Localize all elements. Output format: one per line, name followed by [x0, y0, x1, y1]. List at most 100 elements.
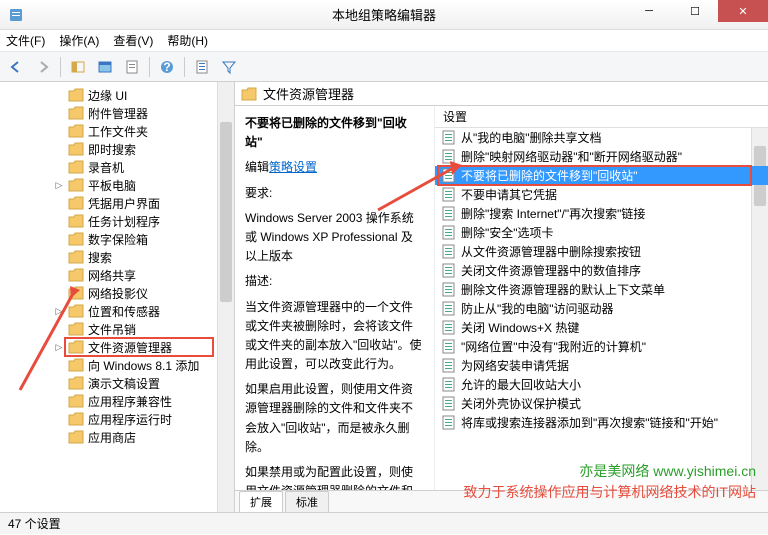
folder-icon	[68, 142, 84, 156]
tree-item[interactable]: 即时搜索	[0, 140, 234, 158]
folder-icon	[68, 178, 84, 192]
setting-item[interactable]: 不要将已删除的文件移到"回收站"	[435, 166, 768, 185]
column-header-setting[interactable]: 设置	[435, 106, 768, 128]
requirements-text: Windows Server 2003 操作系统或 Windows XP Pro…	[245, 209, 424, 267]
tree-item[interactable]: 应用程序运行时	[0, 410, 234, 428]
edit-policy-link[interactable]: 策略设置	[269, 160, 317, 174]
setting-item[interactable]: 删除"安全"选项卡	[435, 223, 768, 242]
setting-item[interactable]: "网络位置"中没有"我附近的计算机"	[435, 337, 768, 356]
statusbar: 47 个设置	[0, 512, 768, 534]
tree-item-label: 凭据用户界面	[88, 195, 160, 212]
back-button[interactable]	[4, 55, 28, 79]
tree-item-label: 文件资源管理器	[88, 339, 172, 356]
description-text-1: 当文件资源管理器中的一个文件或文件夹被删除时，会将该文件或文件夹的副本放入"回收…	[245, 298, 424, 375]
tree-item-label: 应用商店	[88, 429, 136, 446]
folder-icon	[68, 340, 84, 354]
policy-icon	[441, 339, 456, 354]
tab-standard[interactable]: 标准	[285, 491, 329, 512]
folder-icon	[68, 214, 84, 228]
menu-file[interactable]: 文件(F)	[6, 32, 45, 49]
setting-item[interactable]: 不要申请其它凭据	[435, 185, 768, 204]
policy-icon	[441, 130, 456, 145]
forward-button[interactable]	[31, 55, 55, 79]
policy-icon	[441, 149, 456, 164]
setting-item[interactable]: 防止从"我的电脑"访问驱动器	[435, 299, 768, 318]
tab-extended[interactable]: 扩展	[239, 491, 283, 512]
setting-label: 关闭文件资源管理器中的数值排序	[461, 262, 641, 279]
folder-icon	[68, 268, 84, 282]
policy-icon	[441, 358, 456, 373]
setting-item[interactable]: 关闭外壳协议保护模式	[435, 394, 768, 413]
filter-button[interactable]	[217, 55, 241, 79]
setting-item[interactable]: 为网络安装申请凭据	[435, 356, 768, 375]
setting-item[interactable]: 关闭文件资源管理器中的数值排序	[435, 261, 768, 280]
setting-item[interactable]: 允许的最大回收站大小	[435, 375, 768, 394]
help-button[interactable]: ?	[155, 55, 179, 79]
tree-item[interactable]: 网络共享	[0, 266, 234, 284]
folder-icon	[68, 106, 84, 120]
expand-icon[interactable]: ▷	[54, 306, 64, 316]
minimize-button[interactable]: ─	[626, 0, 672, 22]
setting-item[interactable]: 从"我的电脑"删除共享文档	[435, 128, 768, 147]
tree-item[interactable]: ▷位置和传感器	[0, 302, 234, 320]
tree-panel[interactable]: 边缘 UI附件管理器工作文件夹即时搜索录音机▷平板电脑凭据用户界面任务计划程序数…	[0, 82, 235, 512]
folder-icon	[68, 196, 84, 210]
setting-item[interactable]: 删除"映射网络驱动器"和"断开网络驱动器"	[435, 147, 768, 166]
setting-label: 关闭 Windows+X 热键	[461, 319, 579, 336]
menu-action[interactable]: 操作(A)	[59, 32, 99, 49]
setting-label: 删除"安全"选项卡	[461, 224, 554, 241]
tree-item[interactable]: 附件管理器	[0, 104, 234, 122]
refresh-button[interactable]	[120, 55, 144, 79]
setting-label: 允许的最大回收站大小	[461, 376, 581, 393]
setting-item[interactable]: 关闭 Windows+X 热键	[435, 318, 768, 337]
export-button[interactable]	[93, 55, 117, 79]
tree-item[interactable]: 向 Windows 8.1 添加	[0, 356, 234, 374]
tree-item[interactable]: 数字保险箱	[0, 230, 234, 248]
settings-list[interactable]: 从"我的电脑"删除共享文档删除"映射网络驱动器"和"断开网络驱动器" 不要将已删除…	[435, 128, 768, 490]
properties-button[interactable]	[190, 55, 214, 79]
folder-icon	[68, 412, 84, 426]
tree-scrollbar[interactable]	[217, 82, 234, 512]
setting-item[interactable]: 从文件资源管理器中删除搜索按钮	[435, 242, 768, 261]
tree-item[interactable]: 工作文件夹	[0, 122, 234, 140]
tree-item[interactable]: 录音机	[0, 158, 234, 176]
setting-item[interactable]: 删除"搜索 Internet"/"再次搜索"链接	[435, 204, 768, 223]
tree-item[interactable]: 任务计划程序	[0, 212, 234, 230]
setting-label: 删除"搜索 Internet"/"再次搜索"链接	[461, 205, 645, 222]
tree-item[interactable]: 搜索	[0, 248, 234, 266]
policy-icon	[441, 244, 456, 259]
maximize-button[interactable]: ☐	[672, 0, 718, 22]
requirements-label: 要求:	[245, 184, 424, 203]
tree-item[interactable]: 文件吊销	[0, 320, 234, 338]
folder-icon	[68, 250, 84, 264]
expand-icon[interactable]: ▷	[54, 180, 64, 190]
setting-label: 关闭外壳协议保护模式	[461, 395, 581, 412]
show-hide-tree-button[interactable]	[66, 55, 90, 79]
policy-icon	[441, 225, 456, 240]
expand-icon[interactable]: ▷	[54, 342, 64, 352]
setting-label: 删除"映射网络驱动器"和"断开网络驱动器"	[461, 148, 682, 165]
tree-item[interactable]: 凭据用户界面	[0, 194, 234, 212]
policy-icon	[441, 320, 456, 335]
setting-item[interactable]: 删除文件资源管理器的默认上下文菜单	[435, 280, 768, 299]
detail-header: 文件资源管理器	[235, 82, 768, 106]
tree-item[interactable]: ▷ 文件资源管理器	[0, 338, 234, 356]
tree-item[interactable]: 边缘 UI	[0, 86, 234, 104]
menu-help[interactable]: 帮助(H)	[167, 32, 208, 49]
close-button[interactable]: ✕	[718, 0, 768, 22]
tree-item[interactable]: 应用程序兼容性	[0, 392, 234, 410]
setting-title: 不要将已删除的文件移到"回收站"	[245, 114, 424, 152]
setting-label: 不要申请其它凭据	[461, 186, 557, 203]
folder-icon	[241, 87, 257, 101]
setting-item[interactable]: 将库或搜索连接器添加到"再次搜索"链接和"开始"	[435, 413, 768, 432]
menu-view[interactable]: 查看(V)	[113, 32, 153, 49]
tree-item[interactable]: 应用商店	[0, 428, 234, 446]
folder-icon	[68, 88, 84, 102]
tree-item[interactable]: 网络投影仪	[0, 284, 234, 302]
setting-label: 删除文件资源管理器的默认上下文菜单	[461, 281, 665, 298]
detail-heading: 文件资源管理器	[263, 84, 354, 103]
setting-label: 不要将已删除的文件移到"回收站"	[461, 167, 638, 184]
tree-item[interactable]: ▷平板电脑	[0, 176, 234, 194]
tree-item[interactable]: 演示文稿设置	[0, 374, 234, 392]
tree-item-label: 网络共享	[88, 267, 136, 284]
